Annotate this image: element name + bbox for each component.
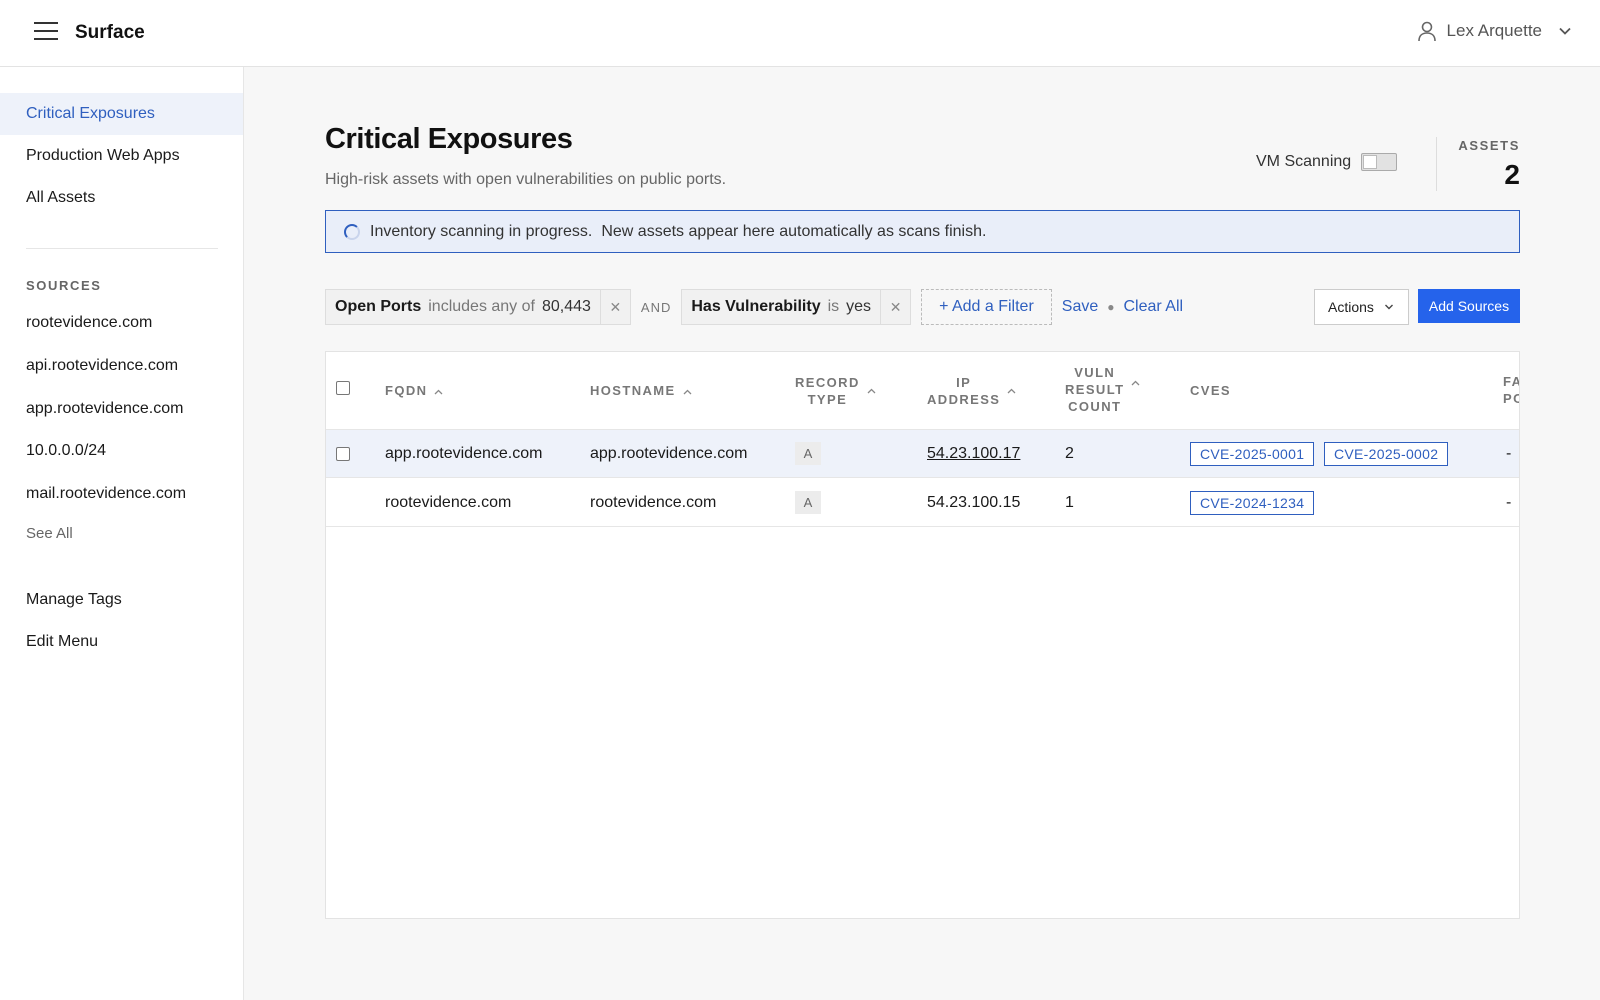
source-item[interactable]: mail.rootevidence.com — [0, 473, 243, 515]
page-subtitle: High-risk assets with open vulnerabiliti… — [325, 171, 727, 188]
source-item[interactable]: api.rootevidence.com — [0, 345, 243, 387]
column-header-label: TYPE — [807, 392, 848, 407]
filter-field: Open Ports — [335, 298, 422, 315]
column-header-hostname[interactable]: HOSTNAME — [590, 382, 692, 399]
filter-join: AND — [640, 299, 672, 315]
actions-dropdown[interactable]: Actions — [1314, 289, 1409, 325]
column-header-label: IP — [956, 375, 972, 390]
app-title: Surface — [75, 22, 145, 43]
banner-text-1: Inventory scanning in progress. — [370, 222, 593, 240]
banner-text-2: New assets appear here automatically as … — [601, 222, 987, 240]
assets-label: ASSETS — [1458, 138, 1520, 153]
sort-asc-icon — [867, 388, 876, 394]
source-item[interactable]: 10.0.0.0/24 — [0, 430, 243, 472]
cell-cut-off: - — [1506, 494, 1512, 511]
column-header-label: HOSTNAME — [590, 383, 676, 398]
see-all-link[interactable]: See All — [0, 513, 243, 555]
cell-hostname: rootevidence.com — [590, 494, 717, 511]
record-type-badge: A — [795, 491, 821, 514]
main-content: Critical Exposures High-risk assets with… — [244, 67, 1600, 1000]
ip-address-link[interactable]: 54.23.100.17 — [927, 430, 1020, 478]
filter-value: yes — [846, 298, 872, 315]
edit-menu-link[interactable]: Edit Menu — [0, 621, 243, 663]
sidebar-item-all-assets[interactable]: All Assets — [0, 177, 243, 219]
vm-scanning-label: VM Scanning — [1256, 153, 1352, 170]
column-header-cut-off[interactable]: FA PO — [1503, 373, 1519, 407]
actions-label: Actions — [1328, 299, 1374, 315]
filter-value: 80,443 — [541, 298, 591, 315]
separator-dot: ● — [1107, 300, 1115, 314]
sidebar: Critical Exposures Production Web Apps A… — [0, 67, 244, 1000]
column-header-cves[interactable]: CVES — [1190, 382, 1231, 399]
add-filter-button[interactable]: + Add a Filter — [921, 289, 1052, 325]
clear-all-link[interactable]: Clear All — [1124, 298, 1184, 316]
column-header-label: FA — [1503, 374, 1519, 389]
filter-chip-has-vulnerability[interactable]: Has Vulnerability is yes ✕ — [681, 289, 912, 325]
chevron-down-icon — [1385, 304, 1393, 310]
column-header-vuln-result-count[interactable]: VULN RESULT COUNT — [1065, 364, 1140, 415]
column-header-label: VULN — [1074, 365, 1116, 380]
chevron-down-icon — [1559, 27, 1571, 35]
column-header-label: RESULT — [1065, 382, 1125, 397]
spinner-icon — [344, 223, 360, 240]
scan-progress-banner: Inventory scanning in progress. New asse… — [325, 210, 1520, 253]
record-type-badge: A — [795, 442, 821, 465]
sources-heading: SOURCES — [26, 278, 102, 293]
cell-ip-address: 54.23.100.15 — [927, 494, 1021, 511]
vm-scanning-control: VM Scanning — [1256, 153, 1398, 171]
sort-asc-icon — [434, 389, 443, 395]
source-item[interactable]: app.rootevidence.com — [0, 388, 243, 430]
sidebar-item-production-web-apps[interactable]: Production Web Apps — [0, 135, 243, 177]
filter-chip-open-ports[interactable]: Open Ports includes any of 80,443 ✕ — [325, 289, 631, 325]
source-item[interactable]: rootevidence.com — [0, 302, 243, 344]
vm-scanning-toggle[interactable] — [1361, 153, 1398, 171]
sidebar-item-critical-exposures[interactable]: Critical Exposures — [0, 93, 243, 135]
sort-asc-icon — [1131, 380, 1140, 385]
user-menu[interactable]: Lex Arquette — [1417, 20, 1572, 42]
cell-fqdn: app.rootevidence.com — [385, 445, 543, 462]
assets-table: FQDN HOSTNAME RECORD TYPE IP ADDRESS VUL… — [325, 351, 1520, 919]
cell-vuln-count: 2 — [1065, 445, 1074, 462]
filter-field: Has Vulnerability — [691, 298, 821, 315]
sort-asc-icon — [1007, 388, 1016, 394]
column-header-record-type[interactable]: RECORD TYPE — [795, 374, 876, 408]
menu-icon[interactable] — [34, 22, 58, 42]
cve-tag[interactable]: CVE-2025-0001 — [1190, 442, 1315, 466]
save-filters-link[interactable]: Save — [1062, 298, 1098, 316]
top-bar: Surface Lex Arquette — [0, 0, 1600, 67]
page-title: Critical Exposures — [325, 123, 573, 155]
filter-bar: Open Ports includes any of 80,443 ✕ AND … — [325, 289, 1183, 325]
user-icon — [1417, 21, 1436, 42]
sort-asc-icon — [683, 389, 692, 395]
user-name: Lex Arquette — [1446, 21, 1542, 40]
assets-count: 2 — [1504, 159, 1520, 190]
column-header-ip-address[interactable]: IP ADDRESS — [927, 374, 1016, 408]
column-header-fqdn[interactable]: FQDN — [385, 382, 443, 399]
remove-filter-icon[interactable]: ✕ — [599, 290, 630, 324]
cve-tag[interactable]: CVE-2025-0002 — [1324, 442, 1449, 466]
table-row[interactable]: app.rootevidence.com app.rootevidence.co… — [326, 430, 1519, 478]
cell-fqdn: rootevidence.com — [385, 494, 512, 511]
remove-filter-icon[interactable]: ✕ — [880, 290, 910, 324]
cell-cut-off: - — [1506, 445, 1512, 462]
column-header-label: RECORD — [795, 375, 860, 390]
sidebar-divider — [26, 248, 218, 249]
column-header-label: FQDN — [385, 383, 428, 398]
manage-tags-link[interactable]: Manage Tags — [0, 579, 243, 621]
table-row[interactable]: rootevidence.com rootevidence.com A 54.2… — [326, 479, 1519, 527]
row-checkbox[interactable] — [336, 447, 350, 461]
column-header-label: ADDRESS — [927, 392, 1001, 407]
column-header-label: COUNT — [1068, 399, 1122, 414]
table-header: FQDN HOSTNAME RECORD TYPE IP ADDRESS VUL… — [326, 352, 1519, 430]
cell-hostname: app.rootevidence.com — [590, 445, 748, 462]
filter-operator: is — [827, 298, 840, 315]
column-header-label: PO — [1503, 391, 1519, 406]
assets-divider — [1436, 137, 1437, 191]
cell-vuln-count: 1 — [1065, 494, 1074, 511]
add-sources-button[interactable]: Add Sources — [1418, 289, 1520, 323]
cve-tag[interactable]: CVE-2024-1234 — [1190, 491, 1315, 515]
select-all-checkbox[interactable] — [336, 381, 350, 395]
filter-operator: includes any of — [428, 298, 535, 315]
